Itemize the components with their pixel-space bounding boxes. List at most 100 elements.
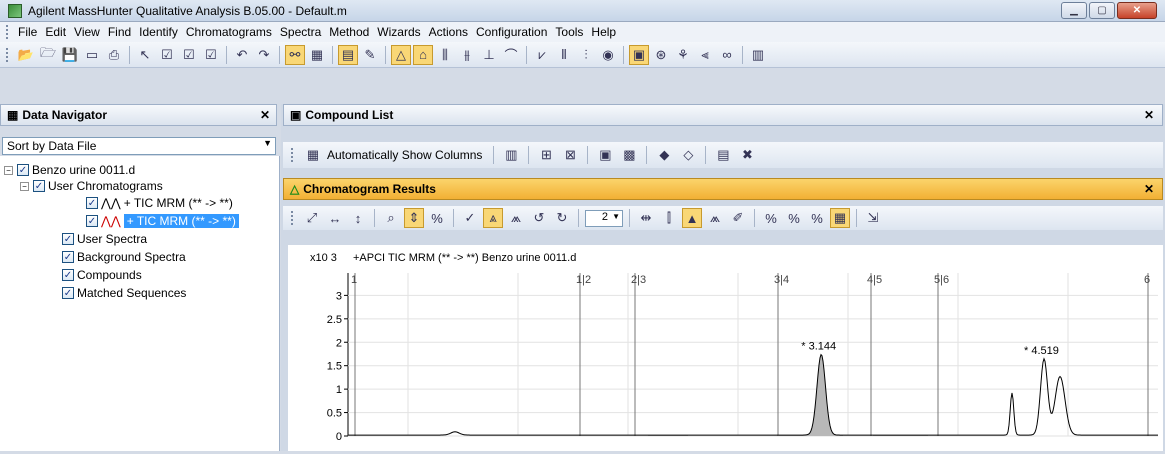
percent-2-icon[interactable]: %	[784, 208, 804, 228]
tree-item-matched-sequences[interactable]: ✓ Matched Sequences	[62, 285, 186, 301]
highlight-icon[interactable]: ◆	[654, 145, 674, 165]
menu-actions[interactable]: Actions	[425, 25, 472, 39]
properties-icon[interactable]: ▤	[338, 44, 358, 65]
integrate-icon[interactable]: ⩕	[506, 208, 526, 228]
close-icon[interactable]: ✕	[260, 108, 270, 122]
collapse-icon[interactable]: −	[20, 181, 29, 191]
tree-item-data-file[interactable]: − ✓ Benzo urine 0011.d	[4, 162, 135, 178]
maximize-button[interactable]: ▢	[1089, 2, 1115, 19]
table-icon[interactable]: ▤	[713, 145, 733, 165]
menu-file[interactable]: File	[14, 25, 41, 39]
menu-configuration[interactable]: Configuration	[472, 25, 551, 39]
checkbox[interactable]: ✓	[33, 180, 45, 192]
menu-find[interactable]: Find	[104, 25, 135, 39]
redo-icon[interactable]: ↷	[254, 45, 274, 65]
remove-compound-icon[interactable]: ▩	[619, 145, 639, 165]
save-icon[interactable]: 💾	[60, 45, 80, 65]
chevron-down-icon[interactable]: ▼	[612, 212, 620, 221]
formula-icon[interactable]: ⚘	[673, 45, 693, 65]
peak-label-icon[interactable]: ⩓	[483, 208, 503, 228]
link-icon[interactable]: ⚯	[285, 44, 305, 65]
chromatogram-svg[interactable]: x10 3 +APCI TIC MRM (** -> **) Benzo urin…	[288, 245, 1163, 451]
check-all-icon[interactable]: ☑	[201, 45, 221, 65]
chromatogram-plot[interactable]: x10 3 +APCI TIC MRM (** -> **) Benzo urin…	[288, 245, 1163, 451]
grid-icon[interactable]: ▦	[830, 208, 850, 228]
chevron-down-icon[interactable]: ▼	[263, 138, 272, 148]
tree-item-compounds[interactable]: ✓ Compounds	[62, 267, 142, 283]
column-chooser-icon[interactable]: ▥	[501, 145, 521, 165]
autoscale-y-icon[interactable]: ↕	[348, 208, 368, 228]
collapse-icon[interactable]: −	[4, 165, 13, 175]
report-icon[interactable]: ▥	[748, 45, 768, 65]
tree-item-user-spectra[interactable]: ✓ User Spectra	[62, 231, 147, 247]
menu-tools[interactable]: Tools	[551, 25, 587, 39]
columns-icon[interactable]: ▦	[303, 145, 323, 165]
navigator-icon[interactable]: ▦	[307, 45, 327, 65]
baseline-icon[interactable]: ⊥	[479, 45, 499, 65]
close-button[interactable]: ✕	[1117, 2, 1157, 19]
print-icon[interactable]: ⎙	[104, 45, 124, 65]
spectrum-icon[interactable]: ⫼	[435, 45, 455, 65]
menu-chromatograms[interactable]: Chromatograms	[182, 25, 276, 39]
checkbox[interactable]: ✓	[86, 197, 98, 209]
check-icon[interactable]: ☑	[157, 45, 177, 65]
uv-icon[interactable]: ⌒	[501, 45, 521, 65]
delete-icon[interactable]: ✖	[737, 145, 757, 165]
normalize-icon[interactable]: %	[427, 208, 447, 228]
extract-icon[interactable]: ⫴	[554, 45, 574, 65]
zoom-y-icon[interactable]: ⇕	[404, 208, 424, 228]
checkbox[interactable]: ✓	[62, 287, 74, 299]
menu-identify[interactable]: Identify	[135, 25, 182, 39]
auto-columns-label[interactable]: Automatically Show Columns	[327, 148, 482, 162]
find-compounds-icon[interactable]: ⫶	[576, 45, 596, 65]
sort-select[interactable]: Sort by Data File ▼	[2, 137, 276, 155]
clear-highlight-icon[interactable]: ◇	[678, 145, 698, 165]
tree-item-tic-1[interactable]: ✓ ⋀⋀ + TIC MRM (** -> **)	[86, 195, 233, 211]
compare-icon[interactable]: ⊛	[651, 45, 671, 65]
add-column-icon[interactable]: ⊞	[536, 145, 556, 165]
open-recent-icon[interactable]: 🗁	[38, 45, 58, 65]
checkbox[interactable]: ✓	[62, 269, 74, 281]
annotate-icon[interactable]: ✐	[728, 208, 748, 228]
peak-height-icon[interactable]: ⫿	[659, 208, 679, 228]
compound-list-icon[interactable]: ▣	[629, 44, 649, 65]
tree-item-background-spectra[interactable]: ✓ Background Spectra	[62, 249, 186, 265]
checkbox[interactable]: ✓	[62, 251, 74, 263]
zoom-icon[interactable]: ⌕	[381, 208, 401, 228]
folder-icon[interactable]: ▭	[82, 45, 102, 65]
integrate-icon[interactable]: ⩗	[532, 45, 552, 65]
tree-item-tic-2[interactable]: ✓ ⋀⋀ + TIC MRM (** -> **)	[86, 213, 239, 229]
chromatogram-icon[interactable]: △	[391, 44, 411, 65]
percent-3-icon[interactable]: %	[807, 208, 827, 228]
percent-icon[interactable]: %	[761, 208, 781, 228]
menu-edit[interactable]: Edit	[41, 25, 70, 39]
close-icon[interactable]: ✕	[1144, 182, 1154, 196]
isotope-icon[interactable]: ⫷	[695, 45, 715, 65]
link-x-icon[interactable]: ⇹	[636, 208, 656, 228]
undo-icon[interactable]: ↶	[232, 45, 252, 65]
check-multi-icon[interactable]: ☑	[179, 45, 199, 65]
add-compound-icon[interactable]: ▣	[595, 145, 615, 165]
remove-column-icon[interactable]: ⊠	[560, 145, 580, 165]
checkbox[interactable]: ✓	[17, 164, 29, 176]
pointer-icon[interactable]: ↖	[135, 45, 155, 65]
menu-spectra[interactable]: Spectra	[276, 25, 325, 39]
checkbox[interactable]: ✓	[86, 215, 98, 227]
menu-help[interactable]: Help	[587, 25, 620, 39]
open-icon[interactable]: 📂	[16, 45, 36, 65]
chromatogram-results-icon[interactable]: ⌂	[413, 44, 433, 65]
identify-icon[interactable]: ◉	[598, 45, 618, 65]
autoscale-x-icon[interactable]: ↔	[325, 208, 345, 228]
undo-zoom-icon[interactable]: ↺	[529, 208, 549, 228]
peak-labels-icon[interactable]: ⩕	[705, 208, 725, 228]
checkbox[interactable]: ✓	[62, 233, 74, 245]
pick-icon[interactable]: ✓	[460, 208, 480, 228]
minimize-button[interactable]: ▁	[1061, 2, 1087, 19]
spectrum-peaks-icon[interactable]: ⫵	[457, 45, 477, 65]
overlay-count-select[interactable]: 2 ▼	[585, 209, 623, 227]
menu-view[interactable]: View	[70, 25, 104, 39]
fill-peaks-icon[interactable]: ▲	[682, 208, 702, 228]
redo-zoom-icon[interactable]: ↻	[552, 208, 572, 228]
export-icon[interactable]: ⇲	[863, 208, 883, 228]
edit-icon[interactable]: ✎	[360, 45, 380, 65]
